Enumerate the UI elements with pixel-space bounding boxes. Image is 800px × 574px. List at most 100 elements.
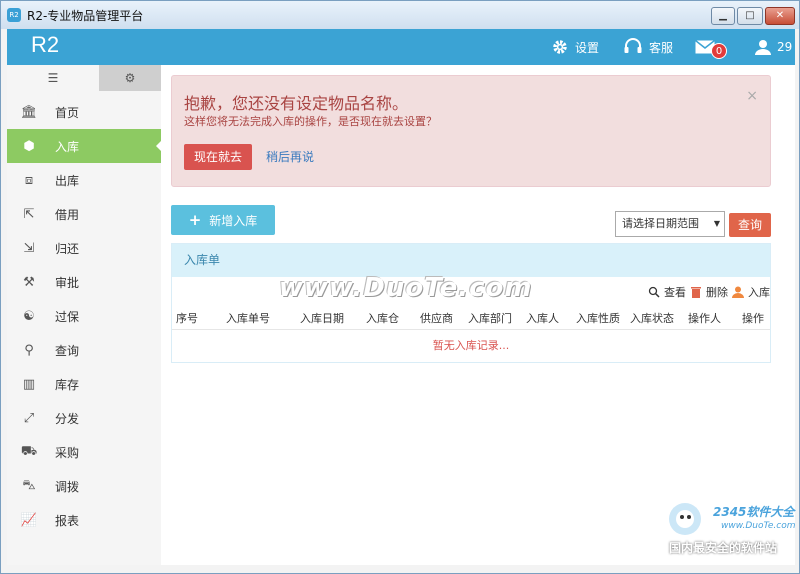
cart-icon: ⛟ bbox=[20, 443, 38, 459]
mascot-logo bbox=[669, 503, 701, 535]
plus-icon: + bbox=[188, 211, 202, 229]
query-button[interactable]: 查询 bbox=[729, 213, 771, 237]
column-header: 入库仓 bbox=[366, 312, 399, 325]
close-icon[interactable]: × bbox=[746, 88, 758, 104]
search-icon: ⚲ bbox=[24, 342, 34, 358]
view-button[interactable]: 查看 bbox=[648, 284, 686, 300]
sidebar-item-stock-out[interactable]: ⧈ 出库 bbox=[7, 163, 161, 197]
app-icon: R2 bbox=[7, 8, 21, 22]
sidebar-item-label: 出库 bbox=[55, 173, 80, 188]
sidebar-item-label: 首页 bbox=[55, 105, 80, 120]
sidebar-item-label: 借用 bbox=[55, 207, 80, 222]
expand-icon: ⤢ bbox=[23, 410, 35, 426]
sidebar-settings-tab[interactable]: ⚙ bbox=[99, 65, 161, 91]
column-header: 入库性质 bbox=[576, 312, 620, 325]
service-label: 客服 bbox=[649, 40, 674, 55]
user-menu[interactable]: 29 bbox=[755, 29, 792, 65]
menu-list-tab[interactable]: ☰ bbox=[7, 65, 99, 91]
alert-heading: 抱歉，您还没有设定物品名称。 bbox=[184, 94, 409, 113]
setup-alert: 抱歉，您还没有设定物品名称。 这样您将无法完成入库的操作，是否现在就去设置？ ×… bbox=[171, 75, 771, 187]
sidebar-item-label: 库存 bbox=[55, 377, 80, 392]
column-header: 操作人 bbox=[688, 312, 721, 325]
truck-icon: ⛍ bbox=[22, 477, 36, 493]
later-link[interactable]: 稍后再说 bbox=[266, 144, 314, 170]
column-header: 入库日期 bbox=[300, 312, 344, 325]
messages-button[interactable]: 0 bbox=[695, 29, 735, 65]
open-box-icon: ⧈ bbox=[24, 172, 34, 188]
maximize-button[interactable]: □ bbox=[737, 7, 763, 25]
sidebar-item-label: 采购 bbox=[55, 445, 80, 460]
user-icon bbox=[732, 286, 744, 298]
message-count-badge: 0 bbox=[711, 43, 727, 59]
panel-toolbar: 查看 删除 入库 bbox=[644, 284, 770, 300]
alert-text: 这样您将无法完成入库的操作，是否现在就去设置？ bbox=[184, 115, 437, 128]
settings-button[interactable]: 设置 bbox=[551, 29, 599, 65]
stock-in-button[interactable]: 入库 bbox=[732, 284, 770, 300]
go-now-button[interactable]: 现在就去 bbox=[184, 144, 252, 170]
barcode-icon: ▥ bbox=[22, 376, 36, 392]
sidebar-item-distribute[interactable]: ⤢ 分发 bbox=[7, 401, 161, 435]
trash-icon bbox=[691, 287, 701, 298]
bank-icon: 🏛 bbox=[20, 104, 38, 120]
list-icon: ☰ bbox=[47, 71, 59, 85]
sidebar-item-transfer[interactable]: ⛍ 调拨 bbox=[7, 469, 161, 503]
box-icon: ⬢ bbox=[23, 138, 35, 154]
add-stock-in-label: 新增入库 bbox=[209, 213, 258, 228]
title-bar: R2 R2-专业物品管理平台 ▁ □ ✕ bbox=[1, 1, 799, 29]
sidebar-item-borrow[interactable]: ⇱ 借用 bbox=[7, 197, 161, 231]
user-icon bbox=[755, 40, 771, 55]
column-header: 操作 bbox=[742, 312, 764, 325]
yin-yang-icon: ☯ bbox=[23, 308, 35, 324]
delete-label: 删除 bbox=[706, 286, 728, 299]
user-label: 29 bbox=[777, 40, 793, 54]
app-header: R2 设置 客服 0 29 bbox=[7, 29, 795, 65]
gear-icon bbox=[553, 40, 567, 54]
close-button[interactable]: ✕ bbox=[765, 7, 795, 25]
service-button[interactable]: 客服 bbox=[623, 29, 673, 65]
headset-icon bbox=[624, 38, 642, 53]
sidebar-item-return[interactable]: ⇲ 归还 bbox=[7, 231, 161, 265]
sidebar-item-label: 入库 bbox=[55, 139, 80, 154]
column-header: 入库部门 bbox=[468, 312, 512, 325]
column-header: 入库人 bbox=[526, 312, 559, 325]
duote-watermark: www.DuoTe.com bbox=[279, 273, 533, 303]
delete-button[interactable]: 删除 bbox=[690, 284, 728, 300]
column-header: 入库状态 bbox=[630, 312, 674, 325]
sidebar-item-inventory[interactable]: ▥ 库存 bbox=[7, 367, 161, 401]
gear-icon: ⚙ bbox=[124, 71, 136, 85]
sidebar-item-label: 调拨 bbox=[55, 479, 80, 494]
sidebar-item-home[interactable]: 🏛 首页 bbox=[7, 95, 161, 129]
brand-watermark: 2345软件大全 www.DuoTe.com 国内最安全的软件站 bbox=[661, 499, 800, 561]
sidebar-item-label: 过保 bbox=[55, 309, 80, 324]
date-range-select[interactable]: 请选择日期范围 bbox=[615, 211, 725, 237]
sidebar: ☰ ⚙ 🏛 首页 ⬢ 入库 ⧈ 出库 ⇱ 借用 ⇲ 归还 ⚒ 审批 ☯ 过保 ⚲ 查询 ▥ 库存 … bbox=[7, 65, 162, 565]
sidebar-item-warranty[interactable]: ☯ 过保 bbox=[7, 299, 161, 333]
sidebar-item-reports[interactable]: 📈 报表 bbox=[7, 503, 161, 537]
minimize-button[interactable]: ▁ bbox=[711, 7, 735, 25]
gavel-icon: ⚒ bbox=[23, 274, 35, 290]
sidebar-item-label: 报表 bbox=[55, 513, 80, 528]
settings-label: 设置 bbox=[575, 40, 600, 55]
column-header: 序号 bbox=[176, 312, 198, 325]
brand-url: www.DuoTe.com bbox=[721, 521, 796, 531]
stock-in-label: 入库 bbox=[748, 286, 770, 299]
sidebar-item-approval[interactable]: ⚒ 审批 bbox=[7, 265, 161, 299]
brand-slogan: 国内最安全的软件站 bbox=[669, 541, 778, 555]
search-icon bbox=[648, 286, 660, 298]
brand-name: 2345软件大全 bbox=[713, 505, 795, 519]
view-label: 查看 bbox=[664, 286, 686, 299]
empty-state: 暂无入库记录... bbox=[432, 339, 510, 352]
import-icon: ⇲ bbox=[23, 240, 35, 256]
stock-in-panel: 入库单 查看 删除 入库 序号 入库单号 入库日期 入库仓 供应商 入库部门 入… bbox=[171, 243, 771, 363]
sidebar-item-label: 归还 bbox=[55, 241, 80, 256]
window-title: R2-专业物品管理平台 bbox=[27, 8, 144, 23]
column-header: 供应商 bbox=[420, 312, 453, 325]
sidebar-item-label: 查询 bbox=[55, 343, 80, 358]
line-chart-icon: 📈 bbox=[20, 512, 38, 528]
sidebar-item-stock-in[interactable]: ⬢ 入库 bbox=[7, 129, 162, 163]
export-icon: ⇱ bbox=[23, 206, 35, 222]
main-content: 抱歉，您还没有设定物品名称。 这样您将无法完成入库的操作，是否现在就去设置？ ×… bbox=[161, 65, 795, 565]
sidebar-item-query[interactable]: ⚲ 查询 bbox=[7, 333, 161, 367]
add-stock-in-button[interactable]: + 新增入库 bbox=[171, 205, 275, 235]
sidebar-item-purchase[interactable]: ⛟ 采购 bbox=[7, 435, 161, 469]
